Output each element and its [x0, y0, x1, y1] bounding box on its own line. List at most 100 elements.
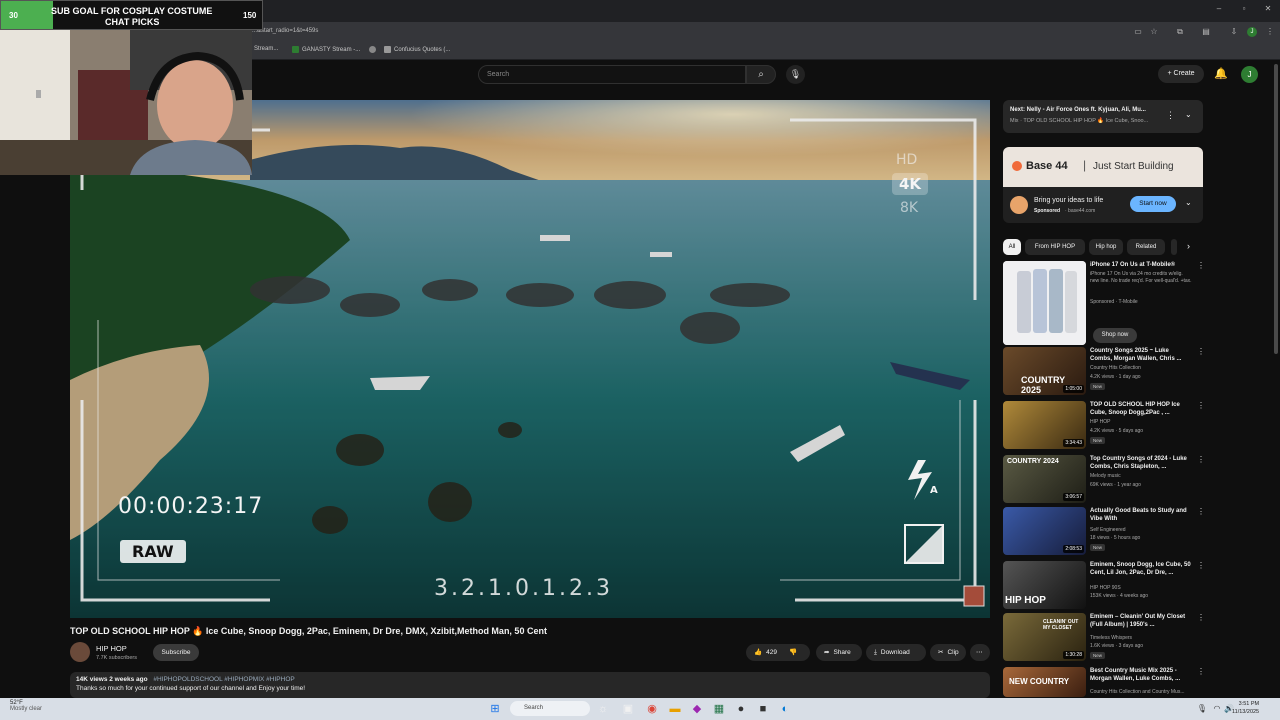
more-actions-button[interactable]: ⋯ [970, 644, 990, 661]
sponsored-recommendation[interactable]: iPhone 17 On Us at T-Mobile® iPhone 17 O… [1003, 261, 1205, 345]
cast-icon[interactable]: ▭ [1134, 28, 1142, 36]
rec-channel[interactable]: Country Hits Collection and Country Mus.… [1090, 689, 1184, 695]
bookmark-item[interactable]: Stream... [254, 46, 278, 52]
search-input[interactable]: Search [478, 65, 746, 84]
description-box[interactable]: 14K views 2 weeks ago #HIPHOPOLDSCHOOL #… [70, 672, 990, 698]
notifications-bell-icon[interactable]: 🔔 [1214, 67, 1228, 80]
rec-channel[interactable]: Self Engineered [1090, 527, 1126, 533]
close-icon[interactable]: ✕ [1264, 5, 1272, 13]
rec-channel[interactable]: HIP HOP [1090, 419, 1110, 425]
menu-icon[interactable]: ⋮ [1266, 28, 1274, 36]
recommendation-item[interactable]: NEW COUNTRY Best Country Music Mix 2025 … [1003, 667, 1203, 697]
recommendation-item[interactable]: HIP HOP Eminem, Snoop Dogg, Ice Cube, 50… [1003, 561, 1205, 611]
mic-tray-icon[interactable]: 🎙 [1195, 702, 1209, 716]
chevron-down-icon[interactable]: ⌄ [1185, 198, 1192, 207]
chevron-down-icon[interactable]: ⌄ [1185, 110, 1192, 119]
kebab-icon[interactable]: ⋮ [1197, 667, 1203, 676]
like-dislike-group: 👍 429 👎 [746, 644, 810, 661]
search-button[interactable]: ⌕ [746, 65, 776, 84]
kebab-icon[interactable]: ⋮ [1197, 401, 1205, 410]
profile-icon[interactable]: J [1247, 27, 1257, 37]
recommendation-item[interactable]: COUNTRY 2024 3:06:57 Top Country Songs of… [1003, 455, 1205, 505]
dislike-icon[interactable]: 👎 [789, 644, 797, 661]
subscribe-button[interactable]: Subscribe [153, 644, 199, 661]
chip-related[interactable]: Related [1127, 239, 1165, 255]
weather-widget[interactable]: 52°F Mostly clear [10, 700, 42, 712]
task-view-icon[interactable]: ▣ [621, 702, 635, 716]
webcam-feed [0, 30, 252, 175]
rec-meta: 69K views · 1 year ago [1090, 482, 1141, 488]
bookmark-item[interactable] [369, 46, 379, 53]
shop-now-button[interactable]: Shop now [1093, 328, 1137, 343]
recommendation-item[interactable]: 2:08:53 Actually Good Beats to Study and… [1003, 507, 1205, 557]
resolution-4k: 4K [892, 173, 929, 195]
extensions-icon[interactable]: ⧉ [1176, 28, 1184, 36]
rec-thumbnail[interactable]: 2:08:53 [1003, 507, 1086, 555]
recommendation-item[interactable]: CLEANIN' OUT MY CLOSET 1:30:28 Eminem – C… [1003, 613, 1205, 663]
taskbar-search[interactable]: Search [510, 701, 590, 716]
rec-thumbnail[interactable]: COUNTRY 2025 1:05:00 [1003, 347, 1086, 395]
scroll-thumb[interactable] [1274, 64, 1278, 354]
chip-all[interactable]: All [1003, 239, 1021, 255]
widgets-icon[interactable]: ☼ [596, 702, 610, 716]
kebab-icon[interactable]: ⋮ [1197, 347, 1205, 356]
edge-icon[interactable]: ◐ [778, 702, 792, 716]
voice-search-button[interactable]: 🎙 [786, 65, 805, 84]
ad-banner[interactable]: Base 44 | Just Start Building [1003, 147, 1203, 187]
kebab-icon[interactable]: ⋮ [1197, 261, 1205, 270]
create-button[interactable]: + Create [1158, 65, 1204, 83]
sidepanel-icon[interactable]: ▤ [1202, 28, 1210, 36]
system-clock[interactable]: 3:51 PM 11/13/2025 [1232, 700, 1259, 716]
minimize-icon[interactable]: – [1215, 5, 1223, 13]
kebab-icon[interactable]: ⋮ [1197, 455, 1205, 464]
rec-thumbnail[interactable] [1003, 261, 1086, 345]
rec-thumbnail[interactable]: HIP HOP [1003, 561, 1086, 609]
obs-icon[interactable]: ● [734, 702, 748, 716]
rec-channel[interactable]: Timeless Whispers [1090, 635, 1132, 641]
next-up-card[interactable]: Next: Nelly - Air Force Ones ft. Kyjuan,… [1003, 100, 1203, 133]
rec-thumbnail[interactable]: CLEANIN' OUT MY CLOSET 1:30:28 [1003, 613, 1086, 661]
hashtags[interactable]: #HIPHOPOLDSCHOOL #HIPHOPMIX #HIPHOP [153, 676, 294, 683]
chip-from-channel[interactable]: From HIP HOP [1025, 239, 1085, 255]
like-count[interactable]: 429 [766, 644, 777, 661]
rec-thumbnail[interactable]: COUNTRY 2024 3:06:57 [1003, 455, 1086, 503]
bookmark-item[interactable]: Confucius Quotes (... [384, 46, 450, 53]
rec-channel[interactable]: Country Hits Collection [1090, 365, 1141, 371]
share-icon: ➦ [824, 649, 830, 656]
channel-name[interactable]: HIP HOP [96, 644, 127, 653]
windows-start-icon[interactable]: ⊞ [488, 702, 502, 716]
kebab-icon[interactable]: ⋮ [1166, 110, 1175, 121]
user-avatar[interactable]: J [1241, 66, 1258, 83]
bookmark-item[interactable]: GANASTY Stream -... [292, 46, 360, 53]
file-explorer-icon[interactable]: ▬ [668, 702, 682, 716]
downloads-icon[interactable]: ⇩ [1230, 28, 1238, 36]
download-button[interactable]: ⤓ Download [866, 644, 926, 661]
rec-channel[interactable]: HIP HOP 90S [1090, 585, 1121, 591]
share-button[interactable]: ➦ Share [816, 644, 862, 661]
create-label: Create [1173, 70, 1195, 77]
rec-channel[interactable]: Melody music [1090, 473, 1121, 479]
channel-avatar[interactable] [70, 642, 90, 662]
video-player[interactable]: HD 4K 8K 00:00:23:17 RAW 3.2.1.0.1.2.3 A [70, 100, 990, 618]
exposure-scale: 3.2.1.0.1.2.3 [434, 576, 613, 601]
excel-icon[interactable]: ▦ [712, 702, 726, 716]
kebab-icon[interactable]: ⋮ [1197, 507, 1205, 516]
clip-button[interactable]: ✂ Clip [930, 644, 966, 661]
recommendation-item[interactable]: 3:34:43 TOP OLD SCHOOL HIP HOP Ice Cube,… [1003, 401, 1205, 451]
kebab-icon[interactable]: ⋮ [1197, 561, 1205, 570]
rec-thumbnail[interactable]: 3:34:43 [1003, 401, 1086, 449]
rec-thumbnail[interactable]: NEW COUNTRY [1003, 667, 1086, 697]
app-icon[interactable]: ◆ [690, 702, 704, 716]
ad-details[interactable]: Bring your ideas to life Sponsored · bas… [1003, 187, 1203, 223]
chip-hip-hop[interactable]: Hip hop [1089, 239, 1123, 255]
bookmark-star-icon[interactable]: ☆ [1150, 28, 1158, 36]
kebab-icon[interactable]: ⋮ [1197, 613, 1205, 622]
ad-divider: | [1083, 158, 1087, 172]
app-icon-2[interactable]: ■ [756, 702, 770, 716]
chevron-right-icon[interactable]: › [1187, 241, 1190, 251]
like-icon[interactable]: 👍 [754, 644, 762, 661]
ad-cta-button[interactable]: Start now [1130, 196, 1176, 212]
maximize-icon[interactable]: ▫ [1240, 5, 1248, 13]
chrome-icon[interactable]: ◉ [645, 702, 659, 716]
recommendation-item[interactable]: COUNTRY 2025 1:05:00 Country Songs 2025 ~… [1003, 347, 1205, 397]
